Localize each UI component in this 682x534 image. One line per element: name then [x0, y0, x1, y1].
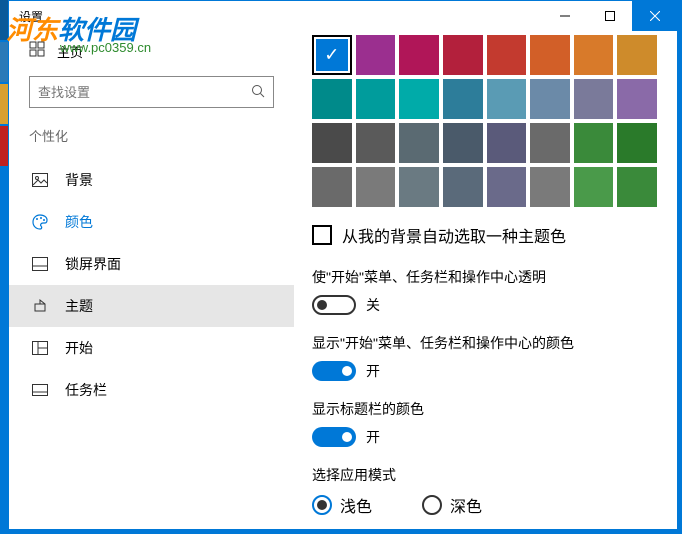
- color-swatch[interactable]: [487, 35, 527, 75]
- color-swatch[interactable]: [617, 167, 657, 207]
- titlebar: 设置: [9, 1, 677, 31]
- color-swatch[interactable]: [356, 35, 396, 75]
- titlebar-controls: [542, 1, 677, 31]
- nav-label: 开始: [65, 338, 93, 358]
- color-swatch[interactable]: [574, 35, 614, 75]
- color-swatch[interactable]: [487, 79, 527, 119]
- window-title: 设置: [19, 8, 542, 25]
- color-swatch[interactable]: [487, 123, 527, 163]
- taskbar-icon: [31, 384, 49, 396]
- color-swatch[interactable]: [487, 167, 527, 207]
- color-swatch[interactable]: [530, 123, 570, 163]
- radio-icon[interactable]: [422, 495, 442, 515]
- appmode-dark[interactable]: 深色: [422, 493, 482, 517]
- color-swatch[interactable]: [356, 123, 396, 163]
- checkbox-icon[interactable]: [312, 225, 332, 245]
- nav-item-lockscreen[interactable]: 锁屏界面: [29, 243, 274, 285]
- home-icon: [29, 41, 45, 62]
- search-box[interactable]: [29, 76, 274, 108]
- checkmark-icon: ✓: [324, 45, 339, 66]
- dark-label: 深色: [450, 493, 482, 517]
- minimize-button[interactable]: [542, 1, 587, 31]
- appmode-light[interactable]: 浅色: [312, 493, 372, 517]
- color-swatch[interactable]: [356, 167, 396, 207]
- color-swatch[interactable]: [617, 123, 657, 163]
- showcolor-toggle[interactable]: [312, 361, 356, 381]
- settings-window: 设置 主页 个性化 背景: [8, 0, 678, 530]
- nav-item-themes[interactable]: 主题: [9, 285, 294, 327]
- start-icon: [31, 341, 49, 355]
- search-icon: [251, 84, 265, 101]
- titlecolor-label: 显示标题栏的颜色: [312, 399, 657, 419]
- color-swatch[interactable]: [356, 79, 396, 119]
- transparency-label: 使"开始"菜单、任务栏和操作中心透明: [312, 267, 657, 287]
- nav-item-background[interactable]: 背景: [29, 159, 274, 201]
- search-input[interactable]: [38, 85, 251, 100]
- section-label: 个性化: [29, 126, 274, 145]
- auto-color-row[interactable]: 从我的背景自动选取一种主题色: [312, 223, 657, 247]
- appmode-label: 选择应用模式: [312, 465, 657, 485]
- light-label: 浅色: [340, 493, 372, 517]
- home-label: 主页: [57, 42, 83, 61]
- maximize-button[interactable]: [587, 1, 632, 31]
- color-swatch[interactable]: [574, 123, 614, 163]
- color-swatch[interactable]: ✓: [312, 35, 352, 75]
- color-swatch[interactable]: [443, 167, 483, 207]
- color-swatch[interactable]: [617, 79, 657, 119]
- palette-icon: [31, 214, 49, 230]
- home-link[interactable]: 主页: [29, 41, 274, 62]
- color-swatch[interactable]: [574, 79, 614, 119]
- picture-icon: [31, 173, 49, 187]
- nav-label: 锁屏界面: [65, 254, 121, 274]
- color-swatch[interactable]: [312, 167, 352, 207]
- auto-color-label: 从我的背景自动选取一种主题色: [342, 223, 566, 247]
- color-swatch[interactable]: [530, 35, 570, 75]
- color-swatch[interactable]: [312, 123, 352, 163]
- color-swatch[interactable]: [443, 123, 483, 163]
- desktop-edge: [0, 0, 8, 534]
- color-swatch[interactable]: [399, 123, 439, 163]
- color-palette: ✓: [312, 35, 657, 207]
- transparency-state: 关: [366, 295, 380, 315]
- titlecolor-toggle[interactable]: [312, 427, 356, 447]
- nav-item-colors[interactable]: 颜色: [29, 201, 274, 243]
- transparency-toggle[interactable]: [312, 295, 356, 315]
- color-swatch[interactable]: [443, 79, 483, 119]
- color-swatch[interactable]: [399, 79, 439, 119]
- color-swatch[interactable]: [399, 35, 439, 75]
- color-swatch[interactable]: [574, 167, 614, 207]
- nav-label: 背景: [65, 170, 93, 190]
- theme-icon: [31, 298, 49, 314]
- color-swatch[interactable]: [530, 167, 570, 207]
- lockscreen-icon: [31, 257, 49, 271]
- nav-label: 颜色: [65, 212, 93, 232]
- showcolor-label: 显示"开始"菜单、任务栏和操作中心的颜色: [312, 333, 657, 353]
- titlecolor-state: 开: [366, 427, 380, 447]
- nav-label: 主题: [65, 296, 93, 316]
- color-swatch[interactable]: [399, 167, 439, 207]
- close-button[interactable]: [632, 1, 677, 31]
- color-swatch[interactable]: [530, 79, 570, 119]
- left-panel: 主页 个性化 背景 颜色 锁屏界面: [9, 31, 294, 529]
- color-swatch[interactable]: [617, 35, 657, 75]
- color-swatch[interactable]: [443, 35, 483, 75]
- nav-item-start[interactable]: 开始: [29, 327, 274, 369]
- radio-icon[interactable]: [312, 495, 332, 515]
- showcolor-state: 开: [366, 361, 380, 381]
- nav-label: 任务栏: [65, 380, 107, 400]
- right-panel: ✓ 从我的背景自动选取一种主题色 使"开始"菜单、任务栏和操作中心透明 关 显示…: [294, 31, 677, 529]
- nav-item-taskbar[interactable]: 任务栏: [29, 369, 274, 411]
- color-swatch[interactable]: [312, 79, 352, 119]
